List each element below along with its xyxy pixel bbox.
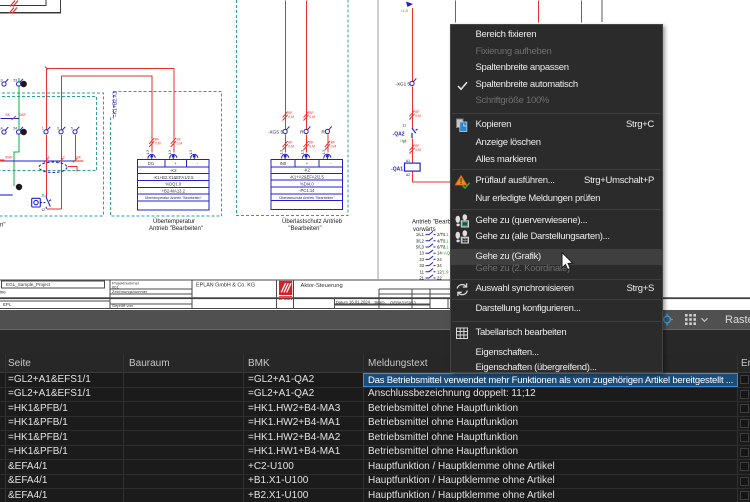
svg-text:DI1: DI1 bbox=[148, 161, 155, 166]
svg-text:EPLAN GmbH & Co. KG: EPLAN GmbH & Co. KG bbox=[196, 282, 255, 288]
svg-text:%DI4.0: %DI4.0 bbox=[300, 181, 314, 186]
svg-text:Bearb.: Bearb. bbox=[375, 300, 386, 304]
svg-text:54: 54 bbox=[14, 127, 18, 131]
svg-text:1: 1 bbox=[42, 127, 44, 131]
svg-text:Antrieb "Bearbei: Antrieb "Bearbei bbox=[412, 220, 456, 226]
svg-text:23: 23 bbox=[419, 257, 424, 262]
svg-text:=K1+B2.X1: =K1+B2.X1 bbox=[113, 91, 119, 117]
svg-text:/1.8: /1.8 bbox=[401, 8, 408, 13]
svg-text:-K2: -K2 bbox=[170, 168, 177, 173]
svg-text:-K1+B2.X1&EFA1/2.5: -K1+B2.X1&EFA1/2.5 bbox=[153, 175, 194, 180]
svg-text:-K2: -K2 bbox=[304, 168, 311, 173]
svg-text:BK: BK bbox=[6, 113, 11, 117]
svg-text:BK: BK bbox=[77, 155, 82, 159]
svg-text:Übertemperatur Antrieb "Bearbe: Übertemperatur Antrieb "Bearbeiten" bbox=[145, 196, 203, 200]
svg-text:IN0: IN0 bbox=[280, 161, 287, 166]
svg-text:13: 13 bbox=[0, 79, 3, 83]
svg-text:-XGS 5: -XGS 5 bbox=[268, 129, 284, 134]
svg-text:Aktor-Steuerung: Aktor-Steuerung bbox=[301, 283, 343, 289]
svg-text:2: 2 bbox=[63, 155, 65, 159]
svg-text:aschine: aschine bbox=[0, 290, 6, 295]
svg-text:34: 34 bbox=[437, 263, 442, 268]
svg-text:1.3: 1.3 bbox=[146, 150, 150, 155]
svg-text:1/L1: 1/L1 bbox=[416, 232, 425, 237]
svg-text:Datum: Datum bbox=[336, 299, 348, 304]
svg-text:+B2-MA13.2: +B2-MA13.2 bbox=[162, 188, 186, 193]
svg-text:13: 13 bbox=[419, 251, 424, 256]
svg-text:3/L2: 3/L2 bbox=[416, 238, 425, 243]
svg-text:%DQ1.0: %DQ1.0 bbox=[165, 182, 181, 187]
svg-text:11: 11 bbox=[402, 123, 406, 127]
svg-text:5: 5 bbox=[71, 127, 73, 131]
svg-text:Übertemperatur: Übertemperatur bbox=[153, 218, 195, 225]
svg-text:SWF: SWF bbox=[19, 113, 27, 117]
svg-text:1.3: 1.3 bbox=[168, 150, 172, 155]
svg-text:A2: A2 bbox=[406, 173, 410, 177]
svg-text:beiten": beiten" bbox=[0, 223, 5, 229]
svg-text:"Bearbeiten": "Bearbeiten" bbox=[288, 226, 321, 232]
svg-text:/1.9: /1.9 bbox=[442, 269, 450, 274]
svg-text:EGL_Sample_Project: EGL_Sample_Project bbox=[6, 282, 51, 287]
svg-text:1.3: 1.3 bbox=[189, 150, 193, 155]
svg-text:Überlastschutz Antrieb "Bearbe: Überlastschutz Antrieb "Bearbeiten" bbox=[279, 196, 335, 200]
svg-text:1: 1 bbox=[48, 155, 50, 159]
svg-text:/1.1: /1.1 bbox=[442, 232, 450, 237]
svg-text:3: 3 bbox=[57, 127, 59, 131]
svg-text:Antrieb "Bearbeiten": Antrieb "Bearbeiten" bbox=[149, 226, 203, 232]
svg-text:16.01.2024: 16.01.2024 bbox=[349, 299, 371, 304]
svg-text:/1.1: /1.1 bbox=[442, 238, 450, 243]
svg-text:5/L3: 5/L3 bbox=[416, 245, 425, 250]
svg-text:-QA1: -QA1 bbox=[391, 166, 403, 172]
svg-text:24: 24 bbox=[437, 257, 442, 262]
svg-text:-QA2: -QA2 bbox=[393, 131, 405, 137]
svg-text:1.3: 1.3 bbox=[322, 150, 326, 155]
svg-text:-XG1 5: -XG1 5 bbox=[395, 81, 410, 86]
svg-text:1.3: 1.3 bbox=[280, 150, 284, 155]
svg-text:/1.8: /1.8 bbox=[400, 138, 407, 143]
svg-text:-PC1:14: -PC1:14 bbox=[299, 188, 315, 193]
svg-text:-K1+A2&EFA2/2.5: -K1+A2&EFA2/2.5 bbox=[290, 175, 325, 180]
svg-text:SWF: SWF bbox=[5, 155, 13, 159]
svg-text:Zeichnungsnummer: Zeichnungsnummer bbox=[112, 289, 148, 294]
svg-text:Überlastschutz Antrieb: Überlastschutz Antrieb bbox=[282, 218, 343, 225]
svg-text:OEB8315953: OEB8315953 bbox=[390, 300, 416, 305]
svg-text:11: 11 bbox=[420, 269, 425, 274]
svg-text:A1: A1 bbox=[406, 159, 410, 163]
svg-text:14: 14 bbox=[0, 127, 3, 131]
svg-text:53: 53 bbox=[14, 79, 18, 83]
svg-text:1.3: 1.3 bbox=[301, 150, 305, 155]
svg-text:/1.1: /1.1 bbox=[442, 245, 450, 250]
svg-text:EPL: EPL bbox=[3, 302, 12, 307]
svg-text:Geprüft von: Geprüft von bbox=[112, 303, 133, 308]
svg-text:11: 11 bbox=[42, 194, 46, 198]
svg-text:33: 33 bbox=[419, 263, 424, 268]
svg-text:12: 12 bbox=[42, 208, 46, 212]
